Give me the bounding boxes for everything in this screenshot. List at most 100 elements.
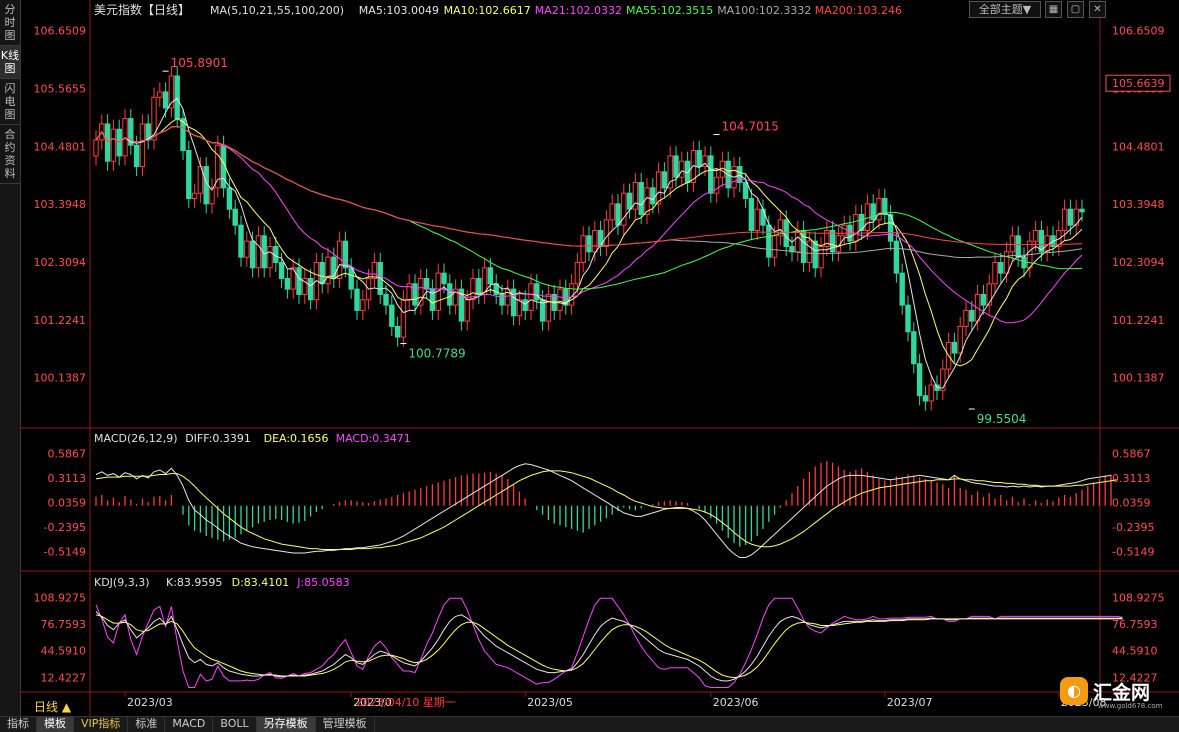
bottom-tab-1[interactable]: 模板 [37, 717, 74, 732]
x-label: 2023/03 [127, 696, 173, 709]
candle-body [534, 283, 540, 301]
bottom-tab-3[interactable]: 标准 [128, 717, 166, 732]
candle-body [104, 123, 111, 162]
kdj-tick-left: 76.7593 [41, 618, 87, 631]
price-tick-right: 106.6509 [1112, 25, 1165, 38]
candle-body [650, 187, 656, 205]
macd-tick-right: 0.3113 [1112, 472, 1151, 485]
candle-body [133, 144, 140, 168]
kdj-legend-2: D:83.4101 [232, 576, 290, 589]
bottom-tab-2[interactable]: VIP指标 [74, 717, 129, 732]
kdj-legend-0: KDJ(9,3,3) [94, 576, 150, 589]
macd-tick-left: -0.5149 [44, 546, 86, 559]
candle-body [766, 224, 772, 258]
x-label: 2023/05 [527, 696, 573, 709]
candle-body [319, 261, 325, 285]
bottom-tab-5[interactable]: BOLL [213, 717, 257, 732]
macd-legend-3: MACD:0.3471 [336, 432, 411, 445]
candle-body [708, 155, 714, 194]
price-tick-left: 103.3948 [34, 198, 87, 211]
candle-body [696, 150, 702, 168]
candle-body [795, 229, 801, 253]
candle-body [928, 384, 934, 402]
candle-body [400, 299, 407, 338]
candle-body [278, 261, 285, 279]
candle-body [771, 235, 778, 258]
candle-body [545, 293, 552, 322]
close-icon[interactable]: ✕ [1089, 1, 1106, 18]
candle-body [1009, 235, 1016, 253]
candle-body [597, 229, 604, 247]
current-price-label: 105.6639 [1112, 77, 1165, 90]
ma-legend-6: MA200:103.246 [815, 4, 902, 17]
ma-legend-0: MA(5,10,21,55,100,200) [210, 4, 344, 17]
grid-icon[interactable]: ▦ [1045, 1, 1062, 18]
chart-canvas[interactable]: 106.6509106.6509105.5655105.5655104.4801… [0, 0, 1179, 716]
extreme-label: 100.7789 [408, 347, 465, 361]
ma-legend-1: MA5:103.0049 [359, 4, 439, 17]
candle-body [1067, 208, 1074, 226]
kdj-tick-left: 44.5910 [41, 645, 87, 658]
candle-body [110, 128, 117, 162]
macd-legend-2: DEA:0.1656 [264, 432, 329, 445]
kdj-tick-right: 108.9275 [1112, 591, 1165, 604]
extreme-label: 99.5504 [977, 412, 1027, 426]
candle-body [905, 304, 911, 333]
theme-dropdown[interactable]: 全部主题▼ [969, 1, 1041, 18]
candle-body [191, 192, 198, 200]
candle-body [760, 208, 766, 226]
bottom-tab-0[interactable]: 指标 [0, 717, 37, 732]
candle-body [882, 198, 888, 216]
candle-body [476, 277, 482, 295]
period-selector[interactable]: 日线 ▲ [34, 698, 71, 715]
macd-legend-0: MACD(26,12,9) [94, 432, 178, 445]
price-tick-left: 106.6509 [34, 25, 87, 38]
price-tick-left: 101.2241 [34, 314, 87, 327]
candle-body [986, 283, 992, 306]
candle-body [528, 283, 534, 311]
price-tick-left: 100.1387 [34, 372, 87, 385]
price-tick-right: 103.3948 [1112, 198, 1165, 211]
macd-legend-1: DIFF:0.3391 [185, 432, 251, 445]
macd-diff-line [95, 463, 1112, 558]
candle-body [661, 171, 668, 189]
logo-url: www.gold678.com [1098, 702, 1163, 710]
candle-body [742, 182, 749, 200]
price-tick-right: 100.1387 [1112, 372, 1165, 385]
candle-body [296, 267, 302, 295]
candle-body [586, 235, 592, 253]
candle-body [876, 198, 882, 221]
ma-legend-4: MA55:102.3515 [626, 4, 713, 17]
candle-body [226, 187, 233, 210]
candle-body [354, 288, 360, 311]
candle-body [394, 325, 401, 338]
macd-tick-left: 0.0359 [48, 497, 87, 510]
candle-body [916, 363, 923, 397]
bottom-tab-7[interactable]: 管理模板 [316, 717, 375, 732]
candle-body [157, 91, 163, 98]
bottom-tab-4[interactable]: MACD [165, 717, 214, 732]
extreme-label: 104.7015 [722, 119, 779, 133]
ma-legend-2: MA10:102.6617 [444, 4, 531, 17]
candle-body [957, 325, 963, 354]
window-icon[interactable]: ▢ [1067, 1, 1084, 18]
candle-body [841, 224, 847, 237]
candle-body [748, 198, 755, 231]
ma-legend-3: MA21:102.0332 [535, 4, 622, 17]
candle-body [249, 240, 256, 269]
macd-tick-right: 0.5867 [1112, 447, 1151, 460]
kdj-d-line [95, 614, 1123, 679]
ma-legend-5: MA100:102.3332 [717, 4, 811, 17]
candle-body [893, 240, 900, 274]
candle-body [963, 309, 969, 327]
candle-body [284, 277, 291, 290]
candle-body [853, 214, 859, 242]
candle-body [1032, 229, 1039, 242]
price-tick-right: 101.2241 [1112, 314, 1165, 327]
candle-body [969, 309, 975, 322]
bottom-tab-6[interactable]: 另存模板 [256, 717, 316, 732]
candle-body [992, 261, 998, 285]
candle-body [162, 91, 169, 109]
candle-body [510, 288, 517, 317]
candle-body [447, 283, 453, 306]
